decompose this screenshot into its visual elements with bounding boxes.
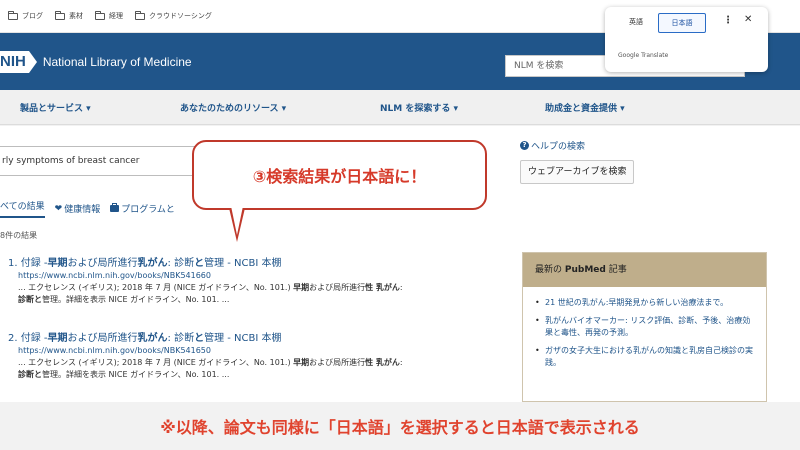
result-number: 2.	[8, 333, 18, 344]
title-part: 乳がん	[137, 333, 168, 344]
folder-icon	[55, 10, 65, 20]
snippet-part: および局所進行	[309, 358, 366, 367]
main-nav: 製品とサービス ▾ あなたのためのリソース ▾ NLM を探索する ▾ 助成金と…	[0, 90, 800, 125]
snippet-part: ... エクセレンス (イギリス); 2018 年 7 月 (NICE ガイドラ…	[18, 358, 294, 367]
bookmark-accounting[interactable]: 経理	[95, 10, 123, 21]
web-archive-button[interactable]: ウェブアーカイブを検索	[520, 160, 635, 184]
google-translate-popup: 英語 日本語 ⋮ ✕ Google Translate	[605, 7, 768, 72]
help-search-link[interactable]: ? ヘルプの検索	[520, 139, 585, 152]
title-part: 管理 - NCBI 本棚	[204, 258, 282, 269]
snippet-part: 早期	[293, 283, 310, 292]
title-part: 早期	[47, 258, 68, 269]
result-snippet: ... エクセレンス (イギリス); 2018 年 7 月 (NICE ガイドラ…	[18, 282, 488, 306]
bookmark-label: 経理	[109, 12, 123, 20]
title-part: 付録 -	[20, 258, 48, 269]
pubmed-article-list: 21 世紀の乳がん:早期発見から新しい治療法まで。 乳がんバイオマーカー: リス…	[523, 287, 766, 369]
result-snippet: ... エクセレンス (イギリス); 2018 年 7 月 (NICE ガイドラ…	[18, 357, 488, 381]
translate-lang-japanese[interactable]: 日本語	[658, 13, 706, 33]
title-part: 付録 -	[20, 333, 48, 344]
title-part: と	[194, 258, 205, 269]
result-url[interactable]: https://www.ncbi.nlm.nih.gov/books/NBK54…	[18, 346, 508, 355]
translate-brand: Google Translate	[618, 52, 669, 59]
snippet-part: :	[399, 283, 403, 292]
more-options-icon[interactable]: ⋮	[723, 15, 733, 26]
tab-all-results[interactable]: べての結果	[0, 199, 45, 218]
close-icon[interactable]: ✕	[744, 14, 752, 25]
nih-chevron-icon	[28, 51, 37, 73]
bottom-caption: ※以降、論文も同様に「日本語」を選択すると日本語で表示される	[0, 402, 800, 450]
nih-logo-text: NIH	[0, 51, 29, 73]
org-name: National Library of Medicine	[42, 55, 192, 69]
callout-tail-inner	[231, 206, 243, 235]
nav-resources[interactable]: あなたのためのリソース ▾	[180, 101, 286, 114]
result-tabs: べての結果 ❤ 健康情報 プログラムと	[0, 199, 175, 218]
snippet-part: 早期	[293, 358, 310, 367]
snippet-part: および局所進行	[309, 283, 366, 292]
title-part: 記事	[605, 265, 627, 275]
bookmark-label: 素材	[69, 12, 83, 20]
pubmed-article-link[interactable]: ガザの女子大生における乳がんの知識と乳房自己検診の実践。	[535, 345, 754, 369]
snippet-part: ... エクセレンス (イギリス); 2018 年 7 月 (NICE ガイドラ…	[18, 283, 294, 292]
bookmark-blog[interactable]: ブログ	[8, 10, 43, 21]
nav-grants[interactable]: 助成金と資金提供 ▾	[545, 101, 625, 114]
search-result: 2. 付録 -早期および局所進行乳がん: 診断と管理 - NCBI 本棚 htt…	[8, 329, 508, 381]
tab-label: プログラムと	[121, 205, 175, 215]
title-part: 最新の	[535, 265, 565, 275]
result-title-link[interactable]: 1. 付録 -早期および局所進行乳がん: 診断と管理 - NCBI 本棚	[8, 254, 508, 269]
bookmark-label: クラウドソーシング	[149, 12, 212, 20]
nav-products[interactable]: 製品とサービス ▾	[20, 101, 91, 114]
title-part: PubMed	[564, 265, 606, 275]
result-number: 1.	[8, 258, 18, 269]
nav-explore[interactable]: NLM を探索する ▾	[380, 101, 458, 114]
result-url[interactable]: https://www.ncbi.nlm.nih.gov/books/NBK54…	[18, 271, 508, 280]
snippet-part: 管理。詳細を表示 NICE ガイドライン、No. 101. ...	[42, 370, 230, 379]
title-part: : 診断	[167, 258, 195, 269]
result-title-link[interactable]: 2. 付録 -早期および局所進行乳がん: 診断と管理 - NCBI 本棚	[8, 329, 508, 344]
snippet-part: :	[399, 358, 403, 367]
title-part: 早期	[47, 333, 68, 344]
pubmed-article-link[interactable]: 21 世紀の乳がん:早期発見から新しい治療法まで。	[535, 297, 754, 309]
pubmed-panel: 最新の PubMed 記事 21 世紀の乳がん:早期発見から新しい治療法まで。 …	[522, 252, 767, 402]
pubmed-article-link[interactable]: 乳がんバイオマーカー: リスク評価、診断、予後、治療効果と毒性、再発の予測。	[535, 315, 754, 339]
callout-bubble: ③検索結果が日本語に！	[192, 140, 487, 210]
snippet-part: 管理。詳細を表示 NICE ガイドライン、No. 101. ...	[42, 295, 230, 304]
result-count: 8件の結果	[0, 231, 38, 240]
tab-programs[interactable]: プログラムと	[110, 199, 175, 218]
bookmark-label: ブログ	[22, 12, 43, 20]
bookmark-crowdsourcing[interactable]: クラウドソーシング	[135, 10, 212, 21]
snippet-part: 診断と	[18, 370, 42, 379]
title-part: および局所進行	[67, 333, 138, 344]
translate-lang-english[interactable]: 英語	[619, 13, 653, 33]
search-result: 1. 付録 -早期および局所進行乳がん: 診断と管理 - NCBI 本棚 htt…	[8, 254, 508, 306]
heart-icon: ❤	[54, 203, 63, 214]
title-part: : 診断	[167, 333, 195, 344]
title-part: 乳がん	[137, 258, 168, 269]
folder-icon	[8, 10, 18, 20]
folder-icon	[135, 10, 145, 20]
folder-icon	[95, 10, 105, 20]
snippet-part: 性 乳がん	[365, 358, 400, 367]
snippet-part: 診断と	[18, 295, 42, 304]
title-part: および局所進行	[67, 258, 138, 269]
snippet-part: 性 乳がん	[365, 283, 400, 292]
question-icon: ?	[520, 141, 529, 150]
title-part: 管理 - NCBI 本棚	[204, 333, 282, 344]
tab-health-info[interactable]: ❤ 健康情報	[55, 199, 101, 218]
help-link-label: ヘルプの検索	[531, 142, 586, 152]
bookmark-materials[interactable]: 素材	[55, 10, 83, 21]
title-part: と	[194, 333, 205, 344]
tab-label: 健康情報	[64, 205, 101, 215]
nih-logo[interactable]: NIH National Library of Medicine	[0, 51, 192, 73]
pubmed-panel-title: 最新の PubMed 記事	[523, 253, 766, 287]
briefcase-icon	[110, 203, 120, 212]
